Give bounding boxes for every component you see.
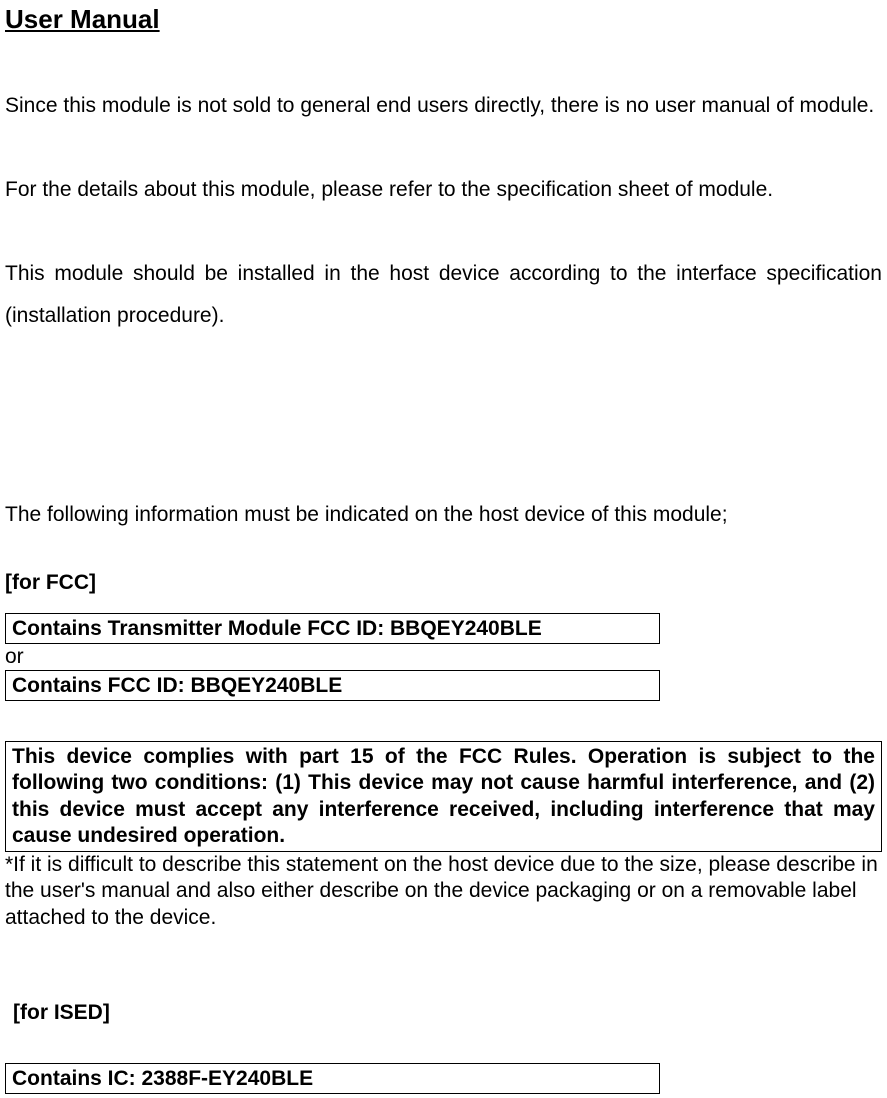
- fcc-footnote: *If it is difficult to describe this sta…: [5, 852, 882, 931]
- host-device-note: The following information must be indica…: [5, 499, 882, 531]
- fcc-compliance-statement: This device complies with part 15 of the…: [5, 741, 882, 852]
- fcc-box-id: Contains FCC ID: BBQEY240BLE: [5, 670, 660, 701]
- or-text: or: [5, 644, 882, 670]
- intro-paragraph-1: Since this module is not sold to general…: [5, 85, 882, 127]
- fcc-box-transmitter: Contains Transmitter Module FCC ID: BBQE…: [5, 613, 660, 644]
- intro-paragraph-2: For the details about this module, pleas…: [5, 169, 882, 211]
- fcc-section-label: [for FCC]: [5, 571, 882, 595]
- page-title: User Manual: [5, 4, 882, 35]
- ised-box-ic: Contains IC: 2388F-EY240BLE: [5, 1063, 660, 1094]
- intro-paragraph-3: This module should be installed in the h…: [5, 253, 882, 337]
- vertical-spacer: [5, 379, 882, 499]
- ised-section-label: [for ISED]: [13, 1001, 882, 1025]
